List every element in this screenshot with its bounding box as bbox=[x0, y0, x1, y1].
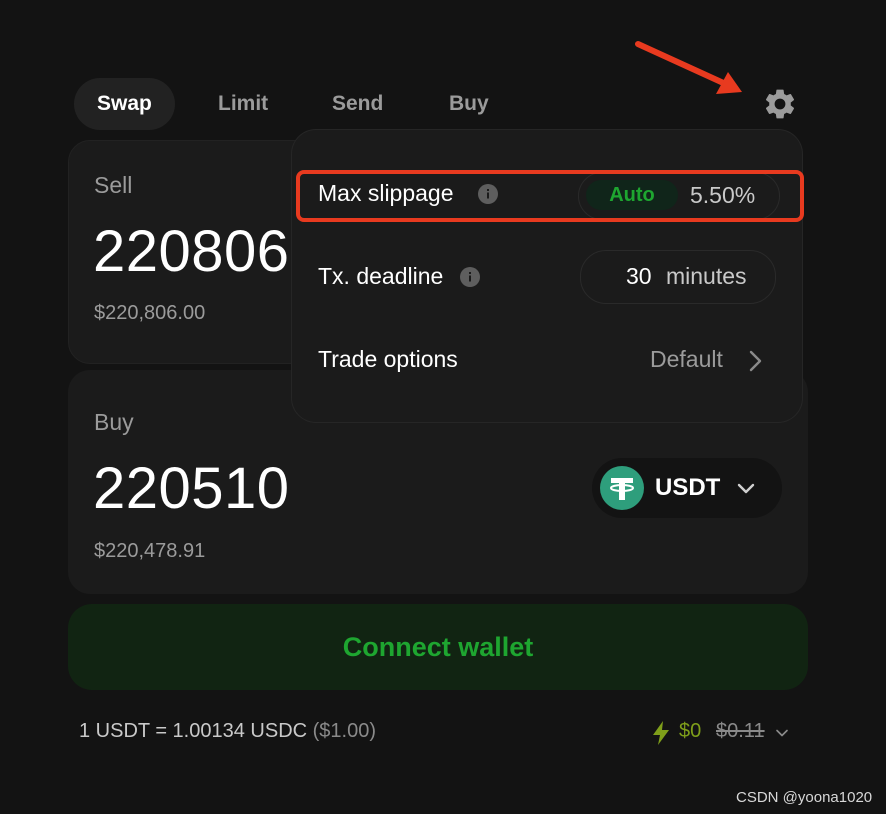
fee-current: $0 bbox=[679, 720, 702, 742]
fee-original: $0.11 bbox=[716, 720, 765, 742]
tx-deadline-value[interactable]: 30 bbox=[626, 263, 652, 290]
watermark: CSDN @yoona1020 bbox=[736, 789, 873, 806]
buy-label: Buy bbox=[94, 409, 134, 435]
sell-amount-input[interactable]: 220806 bbox=[93, 218, 290, 285]
tab-buy[interactable]: Buy bbox=[449, 78, 489, 130]
chevron-down-icon bbox=[737, 483, 755, 494]
rate-usd: ($1.00) bbox=[312, 720, 377, 742]
sell-usd-value: $220,806.00 bbox=[94, 302, 206, 324]
connect-wallet-button[interactable]: Connect wallet bbox=[68, 604, 808, 690]
info-icon[interactable] bbox=[460, 267, 480, 287]
trade-options-value[interactable]: Default bbox=[650, 346, 723, 373]
annotation-highlight-box bbox=[296, 170, 804, 222]
trade-options-label[interactable]: Trade options bbox=[318, 346, 458, 373]
token-symbol: USDT bbox=[655, 474, 721, 501]
tx-deadline-unit: minutes bbox=[666, 263, 747, 289]
token-selector-button[interactable]: USDT bbox=[592, 458, 782, 518]
sell-label: Sell bbox=[94, 172, 133, 198]
lightning-bolt-icon bbox=[653, 721, 669, 745]
gear-icon[interactable] bbox=[762, 86, 798, 122]
buy-usd-value: $220,478.91 bbox=[94, 540, 206, 562]
annotation-arrow bbox=[635, 41, 742, 94]
tab-swap[interactable]: Swap bbox=[74, 78, 175, 130]
rate-text: 1 USDT = 1.00134 USDC bbox=[79, 720, 308, 742]
chevron-right-icon[interactable] bbox=[744, 348, 766, 374]
exchange-rate[interactable]: 1 USDT = 1.00134 USDC ($1.00) bbox=[79, 720, 376, 743]
tab-limit[interactable]: Limit bbox=[218, 78, 268, 130]
tab-send[interactable]: Send bbox=[332, 78, 383, 130]
tx-deadline-label: Tx. deadline bbox=[318, 263, 444, 289]
buy-amount-input[interactable]: 220510 bbox=[93, 455, 290, 522]
tether-logo-icon bbox=[600, 466, 644, 510]
chevron-down-icon bbox=[776, 729, 788, 737]
